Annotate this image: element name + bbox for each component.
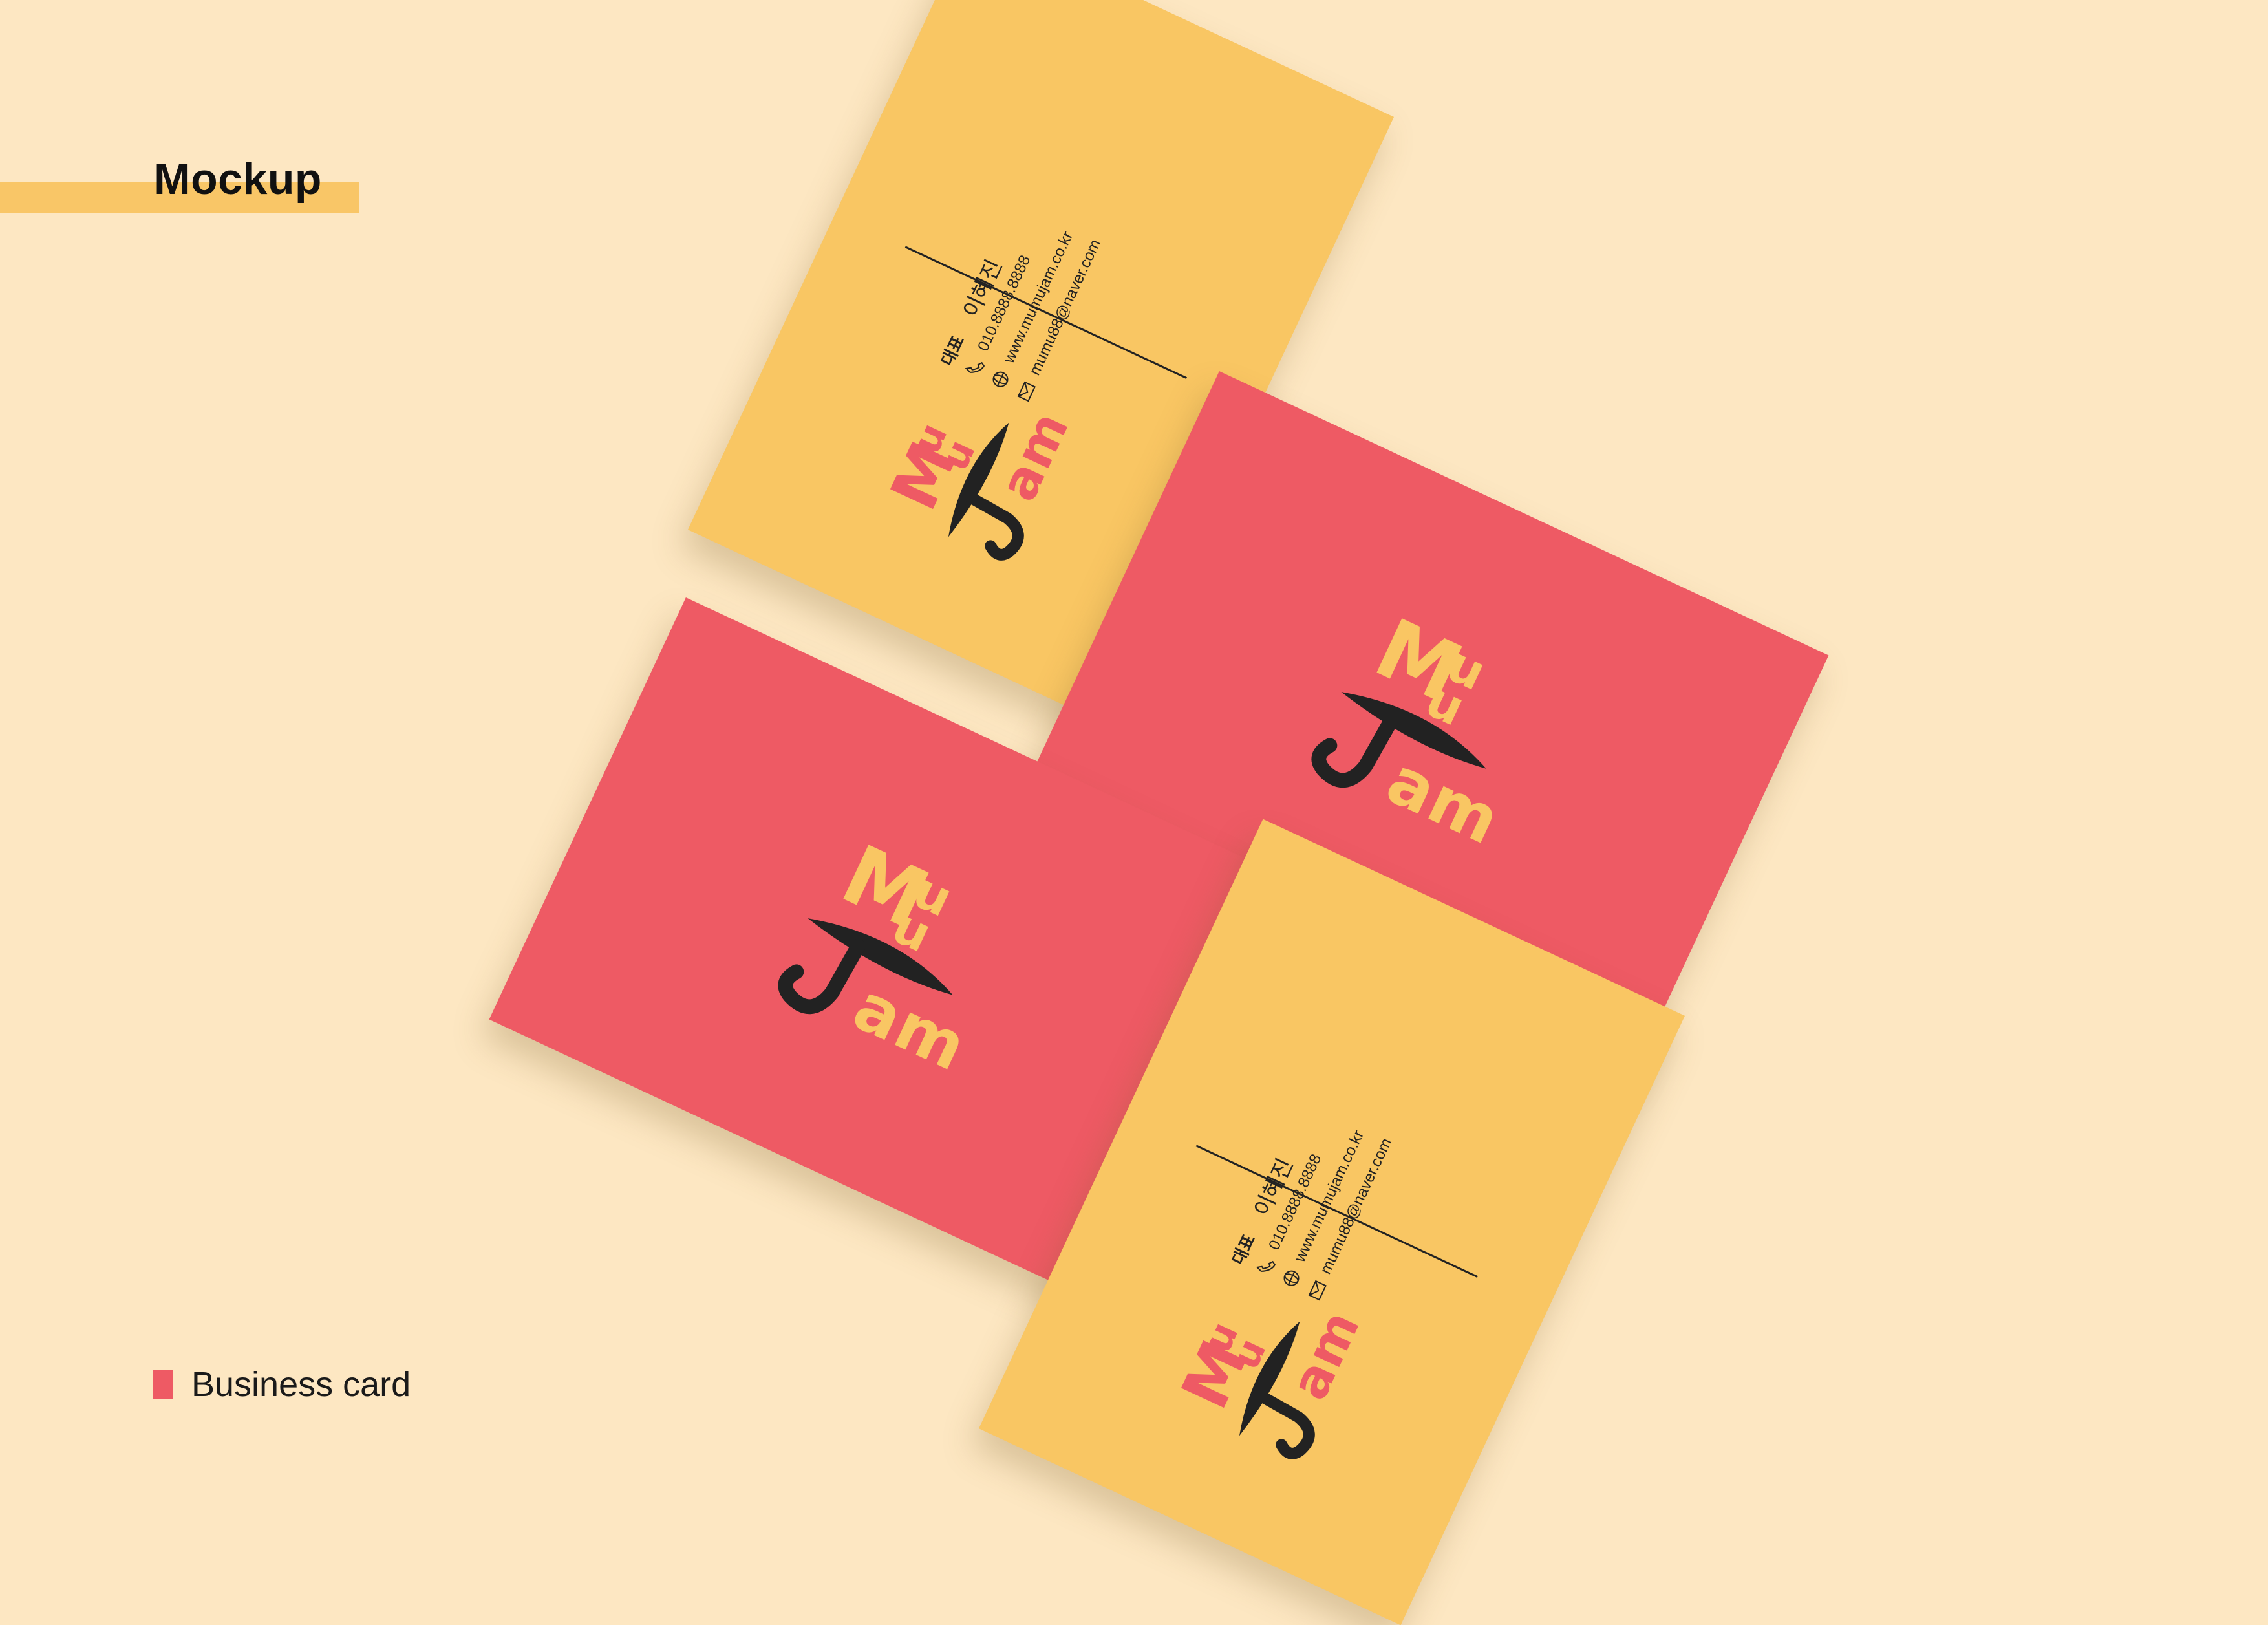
brand-logo: M u u a m (1140, 1242, 1398, 1500)
caption: Business card (153, 1364, 411, 1404)
brand-logo: M u u a m (726, 793, 1053, 1120)
caption-swatch (153, 1370, 173, 1399)
page-title: Mockup (154, 155, 322, 204)
caption-text: Business card (191, 1365, 411, 1404)
brand-logo: M u u a m (850, 343, 1107, 601)
